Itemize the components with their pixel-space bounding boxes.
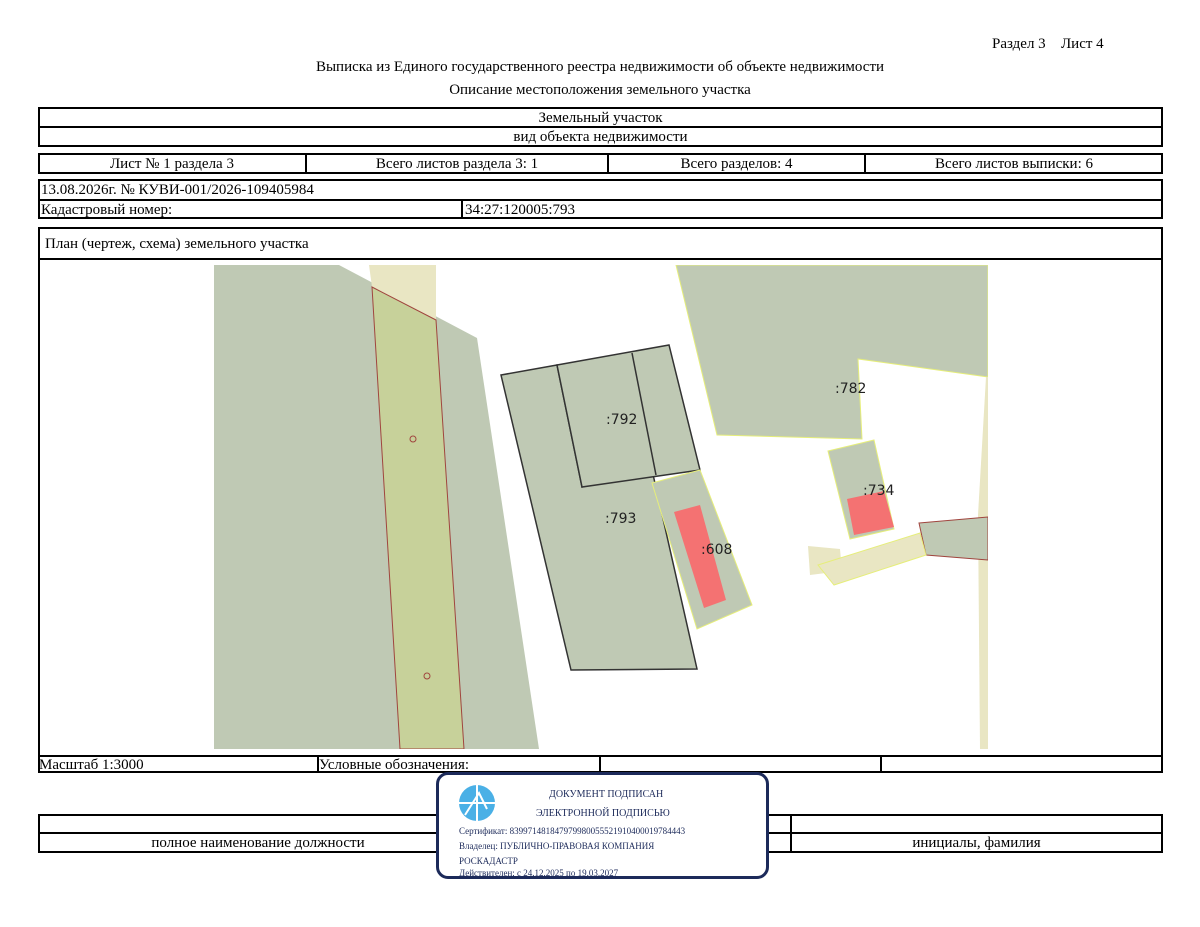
stamp-owner-line2: РОСКАДАСТР <box>459 856 518 866</box>
document-subtitle: Описание местоположения земельного участ… <box>449 82 751 98</box>
object-type-caption: вид объекта недвижимости <box>513 129 688 145</box>
parcel-label-793: :793 <box>605 511 636 527</box>
cadastral-value: 34:27:120005:793 <box>465 202 576 218</box>
e-signature-stamp: ДОКУМЕНТ ПОДПИСАН ЭЛЕКТРОННОЙ ПОДПИСЬЮ С… <box>436 772 769 879</box>
stamp-certificate: Сертификат: 8399714818479799800555219104… <box>459 826 686 836</box>
scale-label: Масштаб 1:3000 <box>39 757 144 773</box>
parcel-label-734: :734 <box>863 483 895 499</box>
plan-title: План (чертеж, схема) земельного участка <box>45 236 309 252</box>
sheet-label: Лист 4 <box>1061 36 1104 52</box>
stamp-owner-line1: Владелец: ПУБЛИЧНО-ПРАВОВАЯ КОМПАНИЯ <box>459 841 655 851</box>
record-date-number: 13.08.2026г. № КУВИ-001/2026-109405984 <box>41 182 314 198</box>
cadastral-map: :792 :782 :793 :608 :734 <box>214 265 988 749</box>
cadastral-label: Кадастровый номер: <box>41 202 173 218</box>
parcel-label-608: :608 <box>701 542 732 558</box>
divider <box>880 755 882 773</box>
sheet-number: Лист № 1 раздела 3 <box>110 156 234 172</box>
parcel-label-782: :782 <box>835 381 866 397</box>
stamp-valid: Действителен: с 24.12.2025 по 19.03.2027 <box>459 868 619 878</box>
stamp-line1: ДОКУМЕНТ ПОДПИСАН <box>549 789 664 800</box>
divider <box>38 258 1163 260</box>
total-section-sheets: Всего листов раздела 3: 1 <box>375 156 539 172</box>
divider <box>599 755 601 773</box>
stamp-line2: ЭЛЕКТРОННОЙ ПОДПИСЬЮ <box>536 808 670 819</box>
parcel-right-edge <box>918 516 988 561</box>
divider <box>38 199 1163 201</box>
total-sections: Всего разделов: 4 <box>680 156 793 172</box>
emblem-icon <box>459 785 495 821</box>
divider <box>461 199 463 219</box>
object-type: Земельный участок <box>538 110 663 126</box>
section-label: Раздел 3 <box>992 36 1046 52</box>
parcel-label-792: :792 <box>606 412 637 428</box>
name-caption: инициалы, фамилия <box>912 835 1041 851</box>
position-caption: полное наименование должности <box>151 835 365 851</box>
document-title: Выписка из Единого государственного реес… <box>315 59 885 75</box>
total-extract-sheets: Всего листов выписки: 6 <box>935 156 1093 172</box>
